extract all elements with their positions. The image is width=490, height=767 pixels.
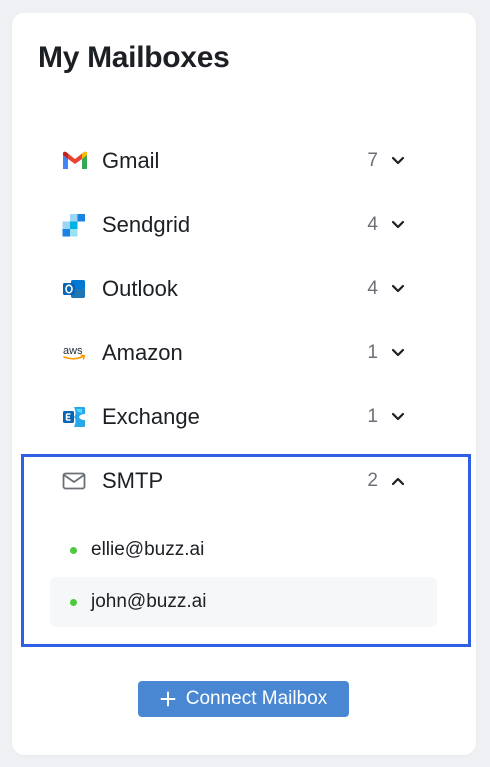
mailbox-count: 2	[367, 470, 378, 491]
chevron-down-icon[interactable]	[388, 215, 408, 235]
status-dot-active	[70, 598, 77, 606]
mailbox-row-gmail[interactable]: Gmail 7	[62, 141, 408, 181]
mailbox-row-exchange[interactable]: Exchange 1	[62, 397, 408, 437]
mailbox-label: Gmail	[102, 148, 160, 173]
mailbox-count: 1	[367, 342, 378, 363]
chevron-down-icon[interactable]	[388, 151, 408, 171]
sendgrid-icon	[62, 213, 90, 237]
mailbox-label: Exchange	[102, 404, 200, 429]
status-dot-active	[70, 546, 77, 554]
smtp-account-item[interactable]: ellie@buzz.ai	[50, 525, 437, 575]
smtp-account-item-selected[interactable]: john@buzz.ai	[50, 577, 437, 627]
gmail-icon	[62, 149, 90, 173]
mailbox-label: Amazon	[102, 340, 183, 365]
mailbox-count: 4	[367, 278, 378, 299]
mailbox-row-outlook[interactable]: Outlook 4	[62, 269, 408, 309]
connect-mailbox-label: Connect Mailbox	[185, 688, 328, 709]
mailbox-row-sendgrid[interactable]: Sendgrid 4	[62, 205, 408, 245]
exchange-icon	[62, 405, 90, 429]
aws-icon: aws	[62, 341, 90, 365]
mailbox-label: Outlook	[102, 276, 178, 301]
mailbox-label: SMTP	[102, 468, 164, 493]
outlook-icon	[62, 277, 90, 301]
plus-icon	[160, 691, 176, 707]
mail-envelope-icon	[62, 469, 90, 493]
account-email: john@buzz.ai	[91, 591, 207, 612]
connect-mailbox-button[interactable]: Connect Mailbox	[138, 681, 349, 717]
mailbox-label: Sendgrid	[102, 212, 191, 237]
mailbox-row-amazon[interactable]: aws Amazon 1	[62, 333, 408, 373]
mailbox-count: 1	[367, 406, 378, 427]
chevron-down-icon[interactable]	[388, 343, 408, 363]
mailbox-count: 7	[367, 150, 378, 171]
svg-text:aws: aws	[63, 345, 83, 357]
chevron-down-icon[interactable]	[388, 279, 408, 299]
chevron-up-icon[interactable]	[388, 471, 408, 491]
account-email: ellie@buzz.ai	[91, 539, 205, 560]
chevron-down-icon[interactable]	[388, 407, 408, 427]
page-title: My Mailboxes	[38, 41, 230, 74]
mailbox-count: 4	[367, 214, 378, 235]
mailbox-row-smtp[interactable]: SMTP 2	[62, 461, 408, 501]
